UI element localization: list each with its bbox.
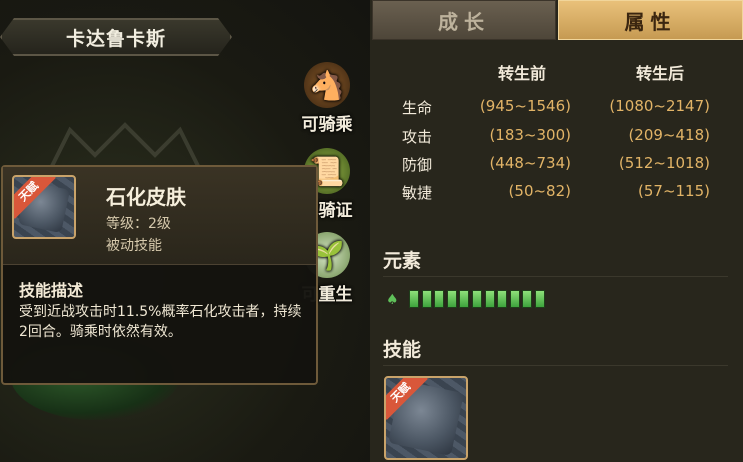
element-divider — [383, 276, 728, 277]
skill-slot-stone-skin-icon[interactable]: 天赋 — [384, 376, 468, 460]
skill-type: 被动技能 — [106, 238, 162, 254]
stat-agility-before: (50~82) — [508, 182, 571, 200]
skills-title: 技能 — [383, 339, 422, 361]
element-level-segment — [522, 290, 533, 308]
skills-divider — [383, 365, 728, 366]
element-level-segment — [434, 290, 445, 308]
stat-attack-before: (183~300) — [489, 126, 571, 144]
element-level-segment — [446, 290, 457, 308]
stat-label-hp: 生命 — [402, 99, 433, 117]
element-level-segment — [484, 290, 495, 308]
stat-label-defense: 防御 — [402, 156, 433, 174]
col-before-rebirth: 转生前 — [498, 64, 547, 83]
horse-icon: 🐴 — [304, 62, 350, 108]
stat-label-attack: 攻击 — [402, 128, 433, 146]
element-level-segment — [472, 290, 482, 308]
stat-attack-after: (209~418) — [628, 126, 710, 144]
element-level-segment — [459, 290, 470, 308]
skill-desc-text: 受到近战攻击时11.5%概率石化攻击者，持续2回合。骑乘时依然有效。 — [19, 304, 302, 340]
skill-name: 石化皮肤 — [106, 185, 186, 209]
stat-agility-after: (57~115) — [638, 182, 710, 200]
element-level-segment — [421, 290, 432, 308]
element-title: 元素 — [383, 250, 422, 272]
skill-tooltip: 天赋 石化皮肤 等级：2级 被动技能 技能描述 受到近战攻击时11.5%概率石化… — [1, 165, 318, 385]
element-level-segment — [535, 290, 545, 308]
stat-defense-after: (512~1018) — [618, 154, 710, 172]
rideable-button[interactable]: 🐴 可骑乘 — [292, 62, 362, 135]
element-level-segment — [409, 290, 419, 308]
stat-hp-before: (945~1546) — [479, 97, 571, 115]
col-after-rebirth: 转生后 — [636, 64, 685, 83]
character-name: 卡达鲁卡斯 — [0, 18, 232, 56]
stat-label-agility: 敏捷 — [402, 184, 433, 202]
character-panel: 卡达鲁卡斯 🐴 可骑乘 📜 需骑证 🌱 可重生 天赋 石化皮肤 等级：2级 被动… — [0, 0, 370, 462]
skill-stone-skin-icon: 天赋 — [12, 175, 76, 239]
element-level-segment — [497, 290, 508, 308]
leaf-icon: ♠ — [386, 292, 399, 308]
element-level-segment — [509, 290, 520, 308]
rideable-label: 可骑乘 — [301, 115, 353, 135]
skill-level: 等级：2级 — [106, 216, 171, 232]
stat-hp-after: (1080~2147) — [609, 97, 710, 115]
stat-defense-before: (448~734) — [489, 154, 571, 172]
tab-bar: 成长 属性 — [370, 0, 743, 40]
tab-attributes[interactable]: 属性 — [558, 0, 743, 40]
attribute-panel: 成长 属性 转生前 转生后 生命 (945~1546) (1080~2147) … — [370, 0, 743, 462]
tab-growth[interactable]: 成长 — [372, 0, 556, 40]
tooltip-header: 天赋 石化皮肤 等级：2级 被动技能 — [3, 167, 316, 265]
skill-desc-title: 技能描述 — [19, 281, 84, 300]
